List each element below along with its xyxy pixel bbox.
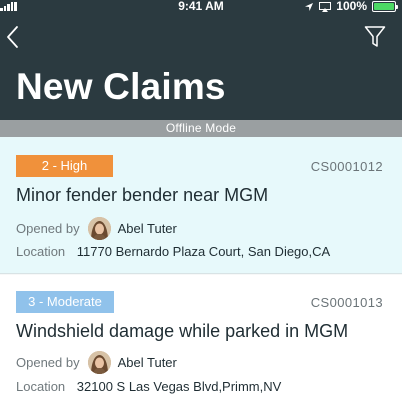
claim-card[interactable]: 2 - High CS0001012 Minor fender bender n… — [0, 137, 402, 274]
claim-card[interactable]: 3 - Moderate CS0001013 Windshield damage… — [0, 275, 402, 406]
filter-icon — [364, 26, 386, 47]
opened-by-name: Abel Tuter — [117, 354, 177, 370]
avatar — [87, 216, 111, 240]
location-row: Location 11770 Bernardo Plaza Court, San… — [16, 244, 330, 259]
status-right-group: 100% — [304, 0, 398, 13]
location-label: Location — [16, 379, 66, 394]
opened-by-name: Abel Tuter — [117, 220, 177, 236]
avatar — [87, 350, 111, 374]
location-arrow-icon — [305, 2, 314, 11]
battery-icon — [372, 1, 398, 12]
priority-badge: 2 - High — [16, 155, 113, 177]
back-button[interactable] — [4, 24, 22, 50]
case-number: CS0001012 — [310, 159, 383, 174]
case-number: CS0001013 — [310, 295, 383, 310]
opened-by-label: Opened by — [16, 354, 80, 370]
location-address: 32100 S Las Vegas Blvd,Primm,NV — [76, 379, 282, 394]
opened-by-row: Opened by Abel Tuter — [16, 215, 177, 241]
battery-percent: 100% — [336, 0, 367, 13]
offline-mode-banner: Offline Mode — [0, 120, 402, 137]
priority-badge: 3 - Moderate — [16, 291, 114, 313]
location-label: Location — [16, 244, 66, 259]
page-title: New Claims — [16, 66, 226, 107]
status-bar: 9:41 AM 100% — [0, 0, 402, 14]
app-header: 9:41 AM 100% New Claims — [0, 0, 402, 120]
claim-title: Windshield damage while parked in MGM — [16, 321, 349, 341]
chevron-left-icon — [7, 26, 18, 48]
location-row: Location 32100 S Las Vegas Blvd,Primm,NV — [16, 379, 281, 394]
screen-mirror-icon — [319, 1, 332, 12]
location-address: 11770 Bernardo Plaza Court, San Diego,CA — [76, 244, 331, 259]
claim-title: Minor fender bender near MGM — [16, 185, 269, 205]
filter-button[interactable] — [364, 25, 386, 49]
opened-by-label: Opened by — [16, 220, 80, 236]
opened-by-row: Opened by Abel Tuter — [16, 349, 177, 375]
